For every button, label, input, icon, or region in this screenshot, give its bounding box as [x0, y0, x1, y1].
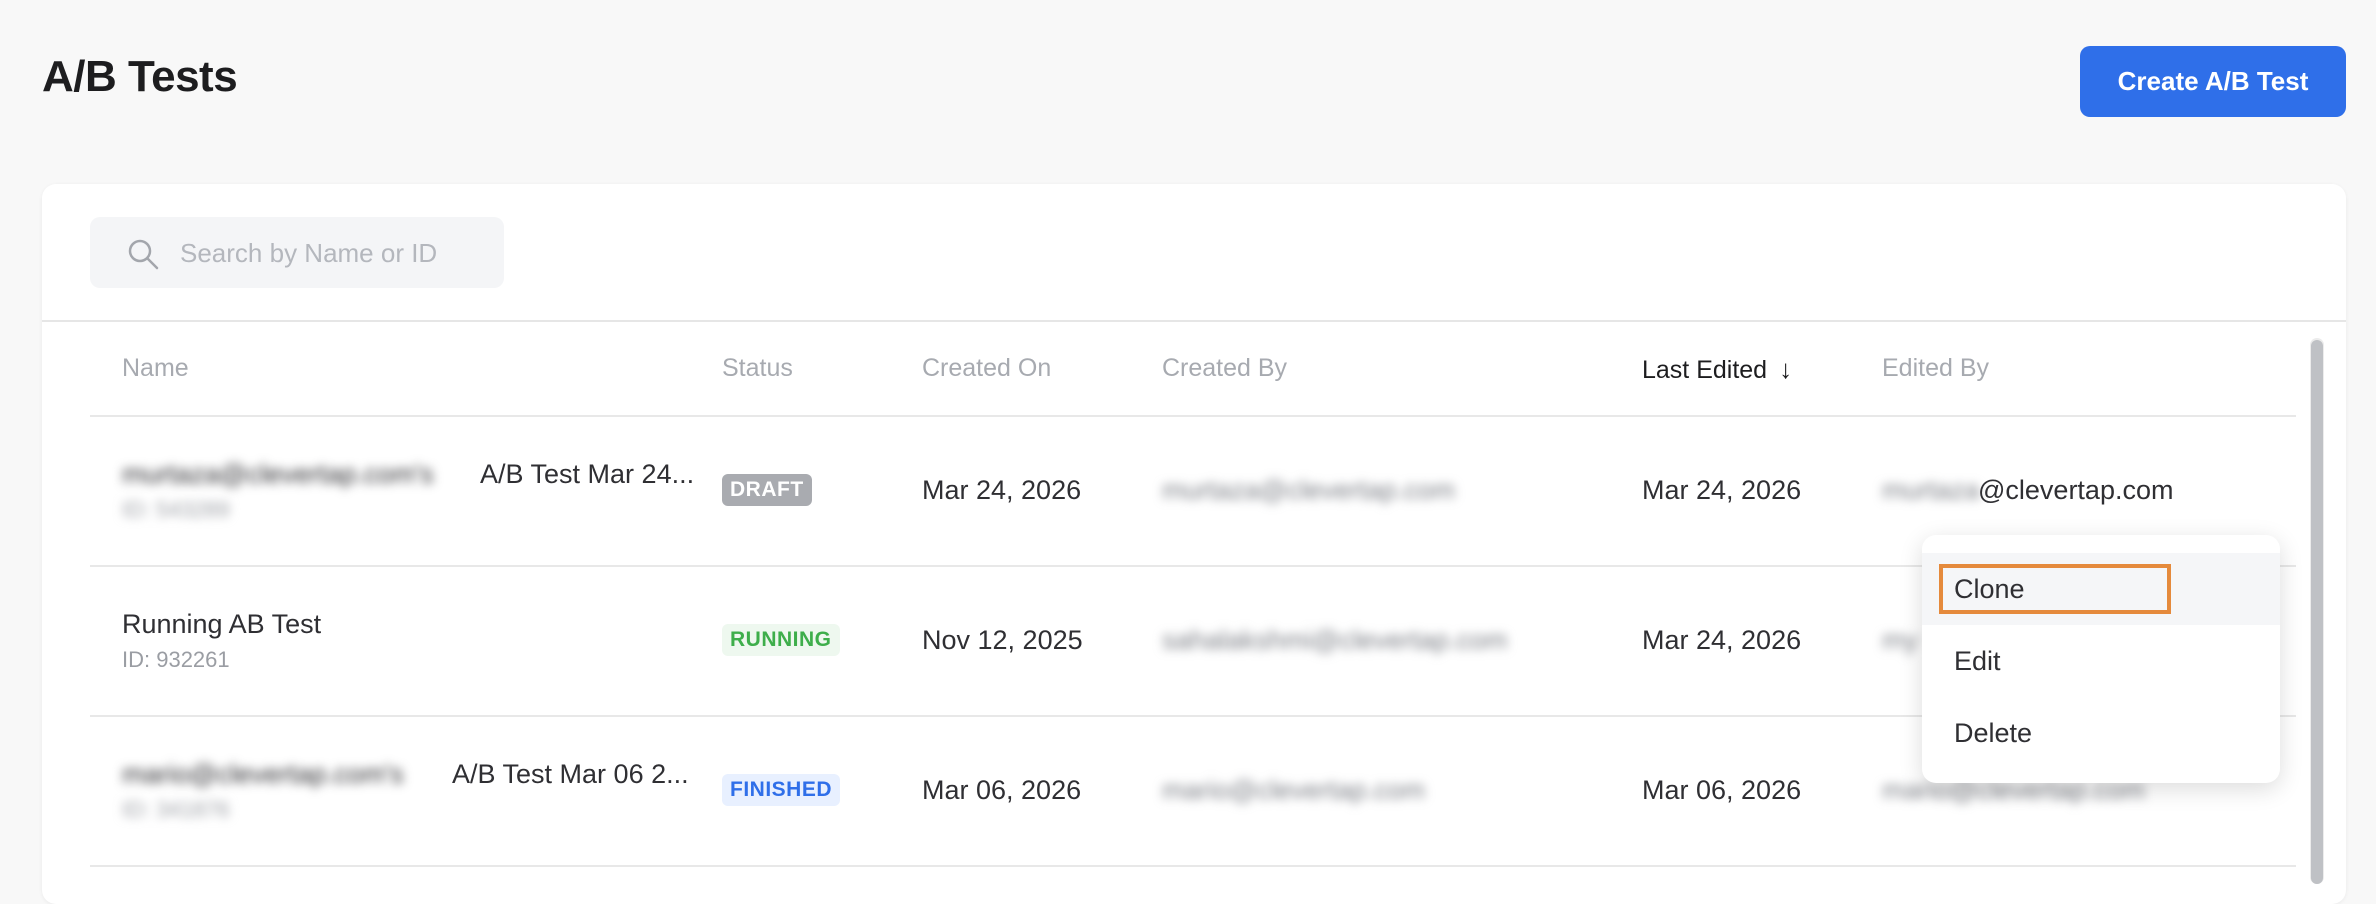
- column-header-last-edited-label: Last Edited: [1642, 356, 1768, 384]
- edited-by-hidden: murtaza: [1882, 475, 1980, 505]
- row-id: ID: 932261: [122, 647, 230, 672]
- column-header-name[interactable]: Name: [122, 354, 189, 383]
- last-edited: Mar 24, 2026: [1642, 625, 1802, 655]
- search-box[interactable]: [90, 217, 504, 290]
- column-header-status[interactable]: Status: [722, 354, 793, 383]
- created-by: sahalakshmi@clevertap.com: [1162, 625, 1508, 655]
- edited-by-hidden: my: [1882, 625, 1918, 655]
- scrollbar-thumb[interactable]: [2311, 340, 2323, 884]
- status-badge: DRAFT: [722, 474, 812, 506]
- menu-item-edit[interactable]: Edit: [1922, 625, 2280, 697]
- column-header-created-by[interactable]: Created By: [1162, 354, 1287, 383]
- search-icon: [128, 239, 159, 270]
- page-title: A/B Tests: [42, 52, 238, 101]
- row-name-prefix: murtaza@clevertap.com's: [122, 459, 434, 489]
- row-actions-menu: Clone Edit Delete: [1922, 535, 2280, 783]
- edited-by: @clevertap.com: [1978, 475, 2174, 505]
- row-name-prefix: mario@clevertap.com's: [122, 759, 404, 789]
- created-on: Mar 24, 2026: [922, 475, 1082, 505]
- row-name[interactable]: A/B Test Mar 24...: [480, 459, 694, 490]
- row-id: ID: 341876: [122, 797, 230, 822]
- search-input[interactable]: [178, 217, 492, 290]
- menu-item-delete[interactable]: Delete: [1922, 697, 2280, 769]
- row-name[interactable]: A/B Test Mar 06 2...: [452, 759, 689, 790]
- created-by: murtaza@clevertap.com: [1162, 475, 1456, 505]
- created-on: Mar 06, 2026: [922, 775, 1082, 805]
- row-divider: [90, 865, 2296, 867]
- created-on: Nov 12, 2025: [922, 625, 1083, 655]
- status-badge: FINISHED: [722, 774, 841, 806]
- row-id: ID: 543289: [122, 497, 230, 522]
- last-edited: Mar 06, 2026: [1642, 775, 1802, 805]
- arrow-down-icon: ↓: [1779, 354, 1793, 384]
- row-name[interactable]: Running AB Test: [122, 609, 321, 640]
- column-header-last-edited[interactable]: Last Edited ↓: [1642, 354, 1792, 385]
- status-badge: RUNNING: [722, 624, 840, 656]
- last-edited: Mar 24, 2026: [1642, 475, 1802, 505]
- column-header-created-on[interactable]: Created On: [922, 354, 1051, 383]
- created-by: mario@clevertap.com: [1162, 775, 1425, 805]
- column-header-edited-by[interactable]: Edited By: [1882, 354, 1989, 383]
- card-divider: [42, 320, 2346, 322]
- create-ab-test-button[interactable]: Create A/B Test: [2080, 46, 2346, 117]
- menu-item-clone[interactable]: Clone: [1922, 553, 2280, 625]
